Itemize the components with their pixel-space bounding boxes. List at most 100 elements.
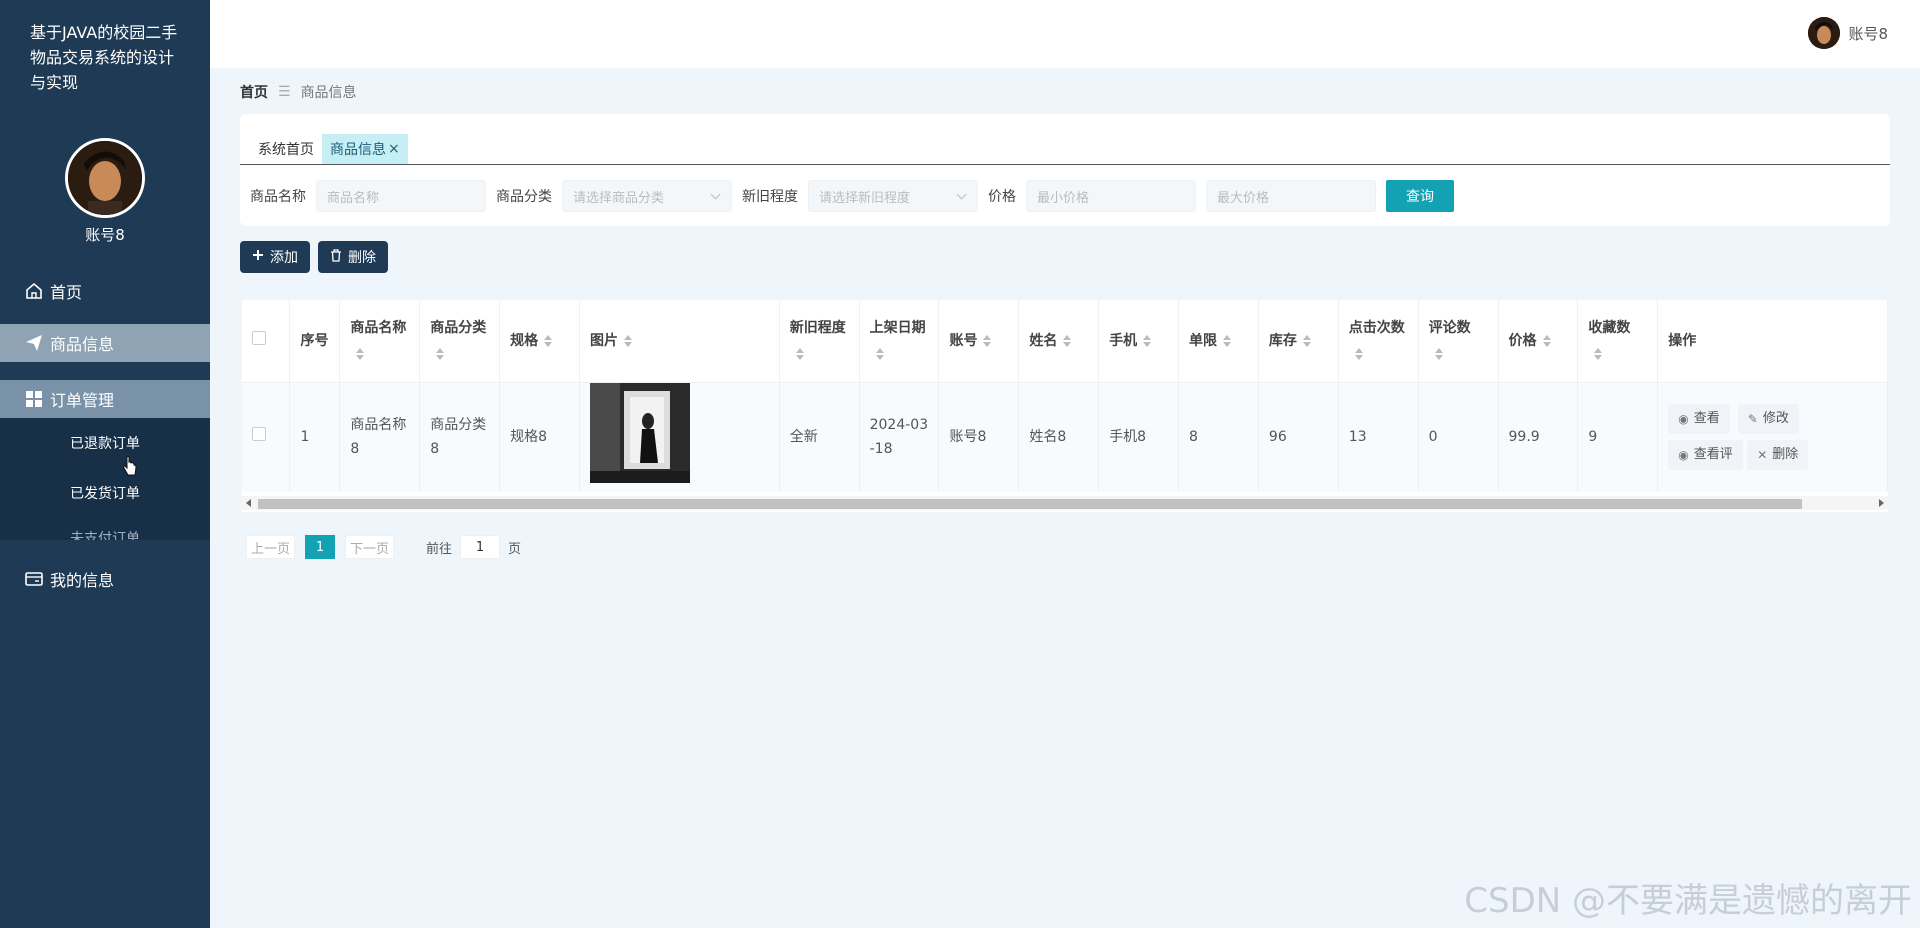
col-phone[interactable]: 手机 [1098, 300, 1180, 383]
breadcrumb-separator-icon: ☰ [278, 84, 291, 100]
col-index: 序号 [289, 300, 341, 383]
breadcrumb: 首页 ☰ 商品信息 [240, 82, 357, 102]
col-category[interactable]: 商品分类 [419, 300, 501, 383]
sidebar-subitem-refunded[interactable]: 已退款订单 [0, 418, 210, 468]
sidebar-subitem-label: 未支付订单 [70, 531, 140, 540]
plus-icon [252, 249, 264, 265]
sidebar-item-product-info[interactable]: 商品信息 [0, 324, 210, 362]
sidebar-username: 账号8 [85, 226, 125, 244]
avatar [65, 138, 145, 218]
cell-account: 账号8 [938, 382, 1020, 492]
col-account[interactable]: 账号 [938, 300, 1020, 383]
tab-product-info[interactable]: 商品信息 × [322, 134, 408, 164]
scrollbar-thumb[interactable] [258, 499, 1802, 509]
col-comments[interactable]: 评论数 [1418, 300, 1499, 383]
sidebar-subitem-cut[interactable]: 未支付订单 [0, 518, 210, 540]
price-max-input[interactable]: 最大价格 [1206, 180, 1376, 212]
price-min-input[interactable]: 最小价格 [1026, 180, 1196, 212]
add-button[interactable]: 添加 [240, 241, 310, 273]
product-name-label: 商品名称 [250, 189, 306, 205]
col-realname[interactable]: 姓名 [1018, 300, 1100, 383]
home-icon [24, 281, 44, 301]
cell-ops: ◉ 查看 ✎ 修改 ◉ 查看评 ✕ 删除 [1657, 382, 1888, 492]
select-all-checkbox[interactable] [242, 300, 291, 383]
breadcrumb-current: 商品信息 [300, 85, 357, 101]
breadcrumb-home[interactable]: 首页 [240, 82, 268, 102]
condition-label: 新旧程度 [742, 189, 798, 205]
goto-page-input[interactable]: 1 [460, 535, 501, 559]
sidebar: 基于JAVA的校园二手物品交易系统的设计与实现 账号8 首页 商品信息 订单管理… [0, 0, 210, 928]
sidebar-menu: 首页 商品信息 订单管理 已退款订单 已发货订单 未支付订单 我的信息 [0, 272, 210, 598]
sidebar-item-home[interactable]: 首页 [0, 272, 210, 310]
category-label: 商品分类 [496, 189, 552, 205]
table-header-row: 序号 商品名称 商品分类 规格 图片 新旧程度 上架日期 账号 姓名 手机 单限… [242, 300, 1888, 383]
next-page-button[interactable]: 下一页 [345, 535, 395, 559]
cell-stock: 96 [1258, 382, 1339, 492]
tab-system-home[interactable]: 系统首页 [250, 134, 322, 164]
col-stock[interactable]: 库存 [1258, 300, 1339, 383]
cell-realname: 姓名8 [1018, 382, 1100, 492]
user-menu[interactable]: 账号8 [1808, 17, 1888, 49]
close-icon: ✕ [1757, 448, 1768, 463]
page-number-current[interactable]: 1 [305, 535, 336, 559]
cell-price: 99.9 [1498, 382, 1579, 492]
search-form: 商品名称 商品名称 商品分类 请选择商品分类 新旧程度 请选择新旧程度 价格 最… [250, 180, 1454, 212]
watermark: CSDN @不要满是遗憾的离开 [1464, 881, 1912, 921]
sort-icon [436, 347, 445, 360]
col-condition[interactable]: 新旧程度 [779, 300, 860, 383]
query-button[interactable]: 查询 [1386, 180, 1454, 212]
category-select[interactable]: 请选择商品分类 [562, 180, 732, 212]
sort-icon [544, 334, 553, 347]
button-label: 添加 [270, 250, 298, 266]
table-horizontal-scrollbar[interactable] [242, 496, 1888, 510]
prev-page-button[interactable]: 上一页 [246, 535, 296, 559]
sidebar-item-label: 我的信息 [50, 571, 115, 590]
sidebar-item-order-management[interactable]: 订单管理 [0, 380, 210, 418]
scroll-right-icon[interactable] [1879, 499, 1884, 507]
condition-select[interactable]: 请选择新旧程度 [808, 180, 978, 212]
pagination: 上一页 1 下一页 前往 1 页 [246, 535, 521, 559]
close-icon[interactable]: × [388, 141, 400, 157]
sort-icon [1542, 334, 1551, 347]
delete-button[interactable]: 删除 [318, 241, 388, 273]
edit-icon: ✎ [1747, 412, 1758, 427]
scroll-left-icon[interactable] [246, 499, 251, 507]
view-button[interactable]: ◉ 查看 [1668, 404, 1730, 435]
sort-icon [983, 334, 992, 347]
col-limit[interactable]: 单限 [1178, 300, 1259, 383]
sort-icon [623, 334, 632, 347]
cell-date: 2024-03-18 [859, 382, 940, 492]
sidebar-subitem-shipped[interactable]: 已发货订单 [0, 468, 210, 518]
col-date[interactable]: 上架日期 [859, 300, 940, 383]
sort-icon [1354, 347, 1363, 360]
view-comments-button[interactable]: ◉ 查看评 [1668, 440, 1743, 471]
col-name[interactable]: 商品名称 [339, 300, 421, 383]
input-placeholder: 商品名称 [327, 190, 380, 206]
col-price[interactable]: 价格 [1498, 300, 1579, 383]
button-label: 删除 [348, 250, 376, 266]
cell-comments: 0 [1418, 382, 1499, 492]
cell-image[interactable] [579, 382, 780, 492]
card-icon [24, 569, 44, 589]
order-submenu: 已退款订单 已发货订单 未支付订单 [0, 418, 210, 540]
cell-name: 商品名称8 [339, 382, 421, 492]
col-favorites[interactable]: 收藏数 [1577, 300, 1659, 383]
sidebar-item-my-info[interactable]: 我的信息 [0, 560, 210, 598]
cell-limit: 8 [1178, 382, 1259, 492]
tab-label: 商品信息 [330, 142, 386, 158]
col-clicks[interactable]: 点击次数 [1338, 300, 1419, 383]
input-placeholder: 请选择商品分类 [573, 190, 665, 206]
cell-spec: 规格8 [499, 382, 580, 492]
row-delete-button[interactable]: ✕ 删除 [1747, 440, 1809, 471]
goto-label: 前往 [426, 541, 453, 557]
trash-icon [330, 248, 342, 266]
product-name-input[interactable]: 商品名称 [316, 180, 486, 212]
col-spec[interactable]: 规格 [499, 300, 580, 383]
edit-button[interactable]: ✎ 修改 [1737, 404, 1799, 435]
top-bar: 账号8 [210, 0, 1920, 68]
cell-phone: 手机8 [1098, 382, 1180, 492]
row-checkbox[interactable] [242, 382, 291, 492]
product-table: 序号 商品名称 商品分类 规格 图片 新旧程度 上架日期 账号 姓名 手机 单限… [242, 300, 1888, 512]
col-image[interactable]: 图片 [579, 300, 780, 383]
header-username: 账号8 [1848, 24, 1888, 43]
